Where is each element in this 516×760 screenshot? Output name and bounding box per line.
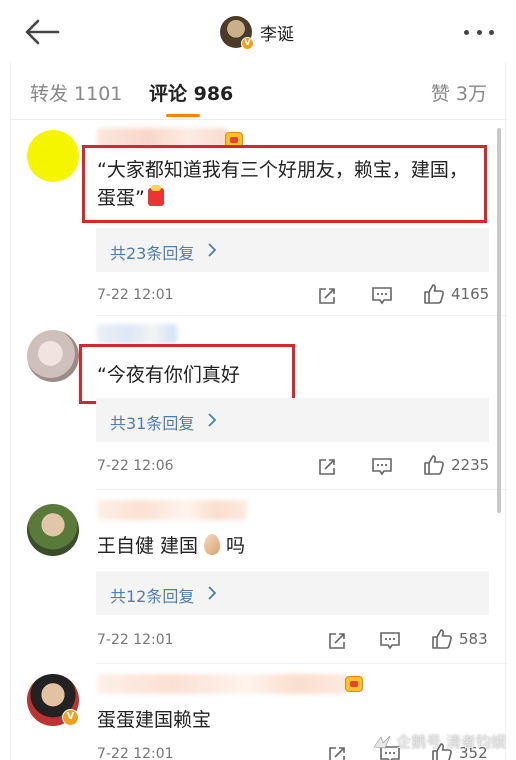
commenter-name-blurred[interactable] [97, 500, 247, 520]
like-button[interactable]: 583 [431, 628, 488, 650]
repost-button[interactable] [317, 285, 337, 307]
like-button[interactable]: 2235 [423, 454, 489, 476]
replies-count: 共12条回复 [110, 587, 195, 606]
comment-time: 7-22 12:01 [97, 632, 174, 648]
highlight-annotation [82, 145, 487, 223]
replies-link[interactable]: 共31条回复 [96, 398, 489, 442]
tab-bar: 转发 1101 评论 986 赞 3万 [11, 62, 507, 120]
comment-icon [372, 458, 392, 476]
replies-link[interactable]: 共23条回复 [96, 228, 489, 272]
author-avatar[interactable]: V [220, 16, 254, 50]
tab-repost[interactable]: 转发 1101 [30, 79, 122, 106]
thumbs-up-icon [424, 455, 444, 475]
watermark-text: 企鹅号 清者钧娱 [396, 733, 506, 751]
thumbs-up-icon [432, 629, 452, 649]
commenter-avatar[interactable]: V [27, 674, 79, 726]
chevron-right-icon [208, 586, 217, 600]
like-button[interactable]: 4165 [423, 283, 489, 305]
comment-icon [372, 287, 392, 305]
verified-badge-icon: V [62, 709, 79, 726]
active-tab-indicator [166, 114, 200, 117]
repost-button[interactable] [327, 630, 347, 652]
comment-item: “大家都知道我有三个好朋友，赖宝，建国， 蛋蛋” 共23条回复 7-22 12:… [11, 120, 507, 312]
comment-time: 7-22 12:01 [97, 287, 174, 303]
repost-button[interactable] [317, 456, 337, 478]
comment-time: 7-22 12:06 [97, 458, 174, 474]
commenter-name-blurred[interactable] [97, 674, 347, 694]
comment-icon [380, 632, 400, 650]
more-options-icon[interactable] [464, 30, 494, 36]
commenter-avatar[interactable] [27, 504, 79, 556]
reply-button[interactable] [371, 285, 393, 307]
tab-comment[interactable]: 评论 986 [149, 79, 233, 106]
like-count: 2235 [451, 456, 490, 474]
comment-text: 王自健 建国吗 [97, 534, 246, 557]
share-icon [319, 459, 335, 475]
reply-button[interactable] [371, 456, 393, 478]
egg-emoji-icon [204, 534, 221, 555]
member-badge-icon [345, 676, 363, 692]
back-arrow-icon[interactable] [22, 18, 62, 46]
comment-text: 蛋蛋建国赖宝 [97, 709, 212, 731]
reply-button[interactable] [379, 630, 401, 652]
chevron-right-icon [208, 243, 217, 257]
replies-link[interactable]: 共12条回复 [96, 571, 489, 615]
replies-count: 共31条回复 [110, 414, 195, 433]
share-icon [329, 747, 345, 760]
verified-badge-icon: V [241, 37, 254, 50]
commenter-avatar[interactable] [27, 130, 79, 182]
tab-like[interactable]: 赞 3万 [431, 79, 487, 106]
chevron-right-icon [208, 413, 217, 427]
thumbs-up-icon [424, 284, 444, 304]
commenter-avatar[interactable] [27, 330, 79, 382]
commenter-name-blurred[interactable] [97, 324, 177, 344]
repost-button[interactable] [327, 744, 347, 760]
like-count: 4165 [451, 285, 490, 303]
top-bar: V 李诞 [0, 0, 516, 62]
comment-item: 王自健 建国吗 共12条回复 7-22 12:01 583 [11, 490, 507, 662]
penguin-logo-icon [373, 735, 391, 748]
replies-count: 共23条回复 [110, 244, 195, 263]
share-icon [319, 288, 335, 304]
scrollbar[interactable] [497, 128, 501, 513]
author-name[interactable]: 李诞 [260, 20, 294, 45]
comment-item: “今夜有你们真好 共31条回复 7-22 12:06 2235 [11, 316, 507, 488]
share-icon [329, 633, 345, 649]
comments-card: 转发 1101 评论 986 赞 3万 “大家都知道我有三个好朋友，赖宝，建国，… [10, 62, 507, 760]
watermark: 企鹅号 清者钧娱 [373, 731, 506, 752]
comment-time: 7-22 12:01 [97, 746, 174, 760]
highlight-annotation [79, 344, 295, 404]
like-count: 583 [459, 630, 488, 648]
post-author[interactable]: V 李诞 [220, 16, 294, 50]
